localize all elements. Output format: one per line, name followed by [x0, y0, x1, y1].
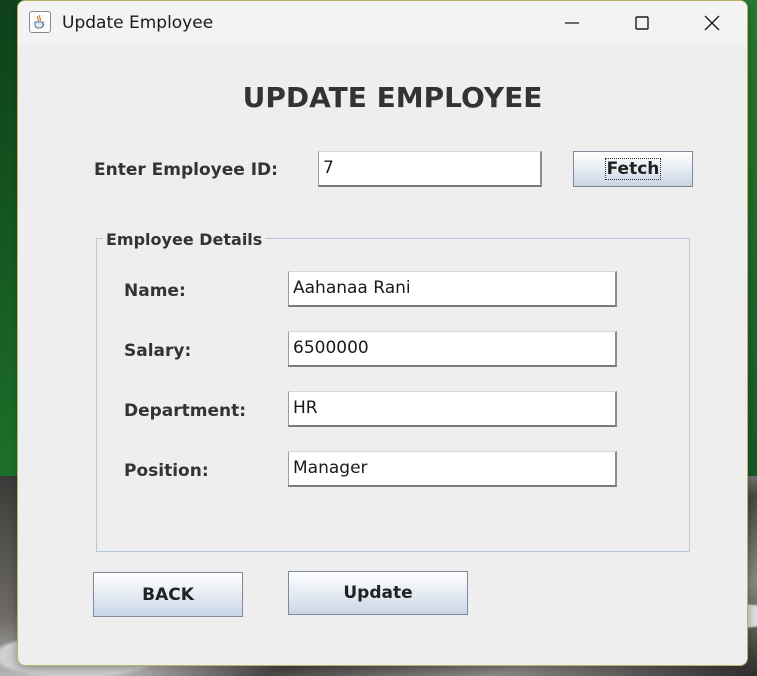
window-title: Update Employee [62, 13, 214, 33]
fetch-button-label: Fetch [604, 158, 662, 180]
salary-label: Salary: [124, 341, 192, 361]
maximize-icon [635, 16, 649, 30]
page-title: UPDATE EMPLOYEE [242, 81, 543, 114]
employee-id-input[interactable]: 7 [318, 151, 542, 187]
desktop-background: Update Employee UPDATE EMPLOYEE Enter Em… [0, 0, 757, 676]
employee-details-title: Employee Details [103, 230, 266, 249]
position-label: Position: [124, 461, 209, 481]
name-input[interactable]: Aahanaa Rani [288, 271, 617, 307]
title-bar[interactable]: Update Employee [18, 1, 747, 45]
close-icon [704, 15, 720, 31]
salary-input[interactable]: 6500000 [288, 331, 617, 367]
maximize-button[interactable] [608, 1, 676, 45]
department-input[interactable]: HR [288, 391, 617, 427]
minimize-icon [565, 22, 579, 24]
minimize-button[interactable] [538, 1, 606, 45]
fetch-button[interactable]: Fetch [573, 151, 693, 187]
update-employee-window: Update Employee UPDATE EMPLOYEE Enter Em… [17, 0, 748, 666]
position-input[interactable]: Manager [288, 451, 617, 487]
update-button[interactable]: Update [288, 571, 468, 615]
name-label: Name: [124, 281, 186, 301]
java-coffee-icon [29, 11, 51, 33]
department-label: Department: [124, 401, 247, 421]
close-button[interactable] [678, 1, 746, 45]
back-button[interactable]: BACK [93, 572, 243, 617]
employee-id-label: Enter Employee ID: [94, 160, 278, 180]
